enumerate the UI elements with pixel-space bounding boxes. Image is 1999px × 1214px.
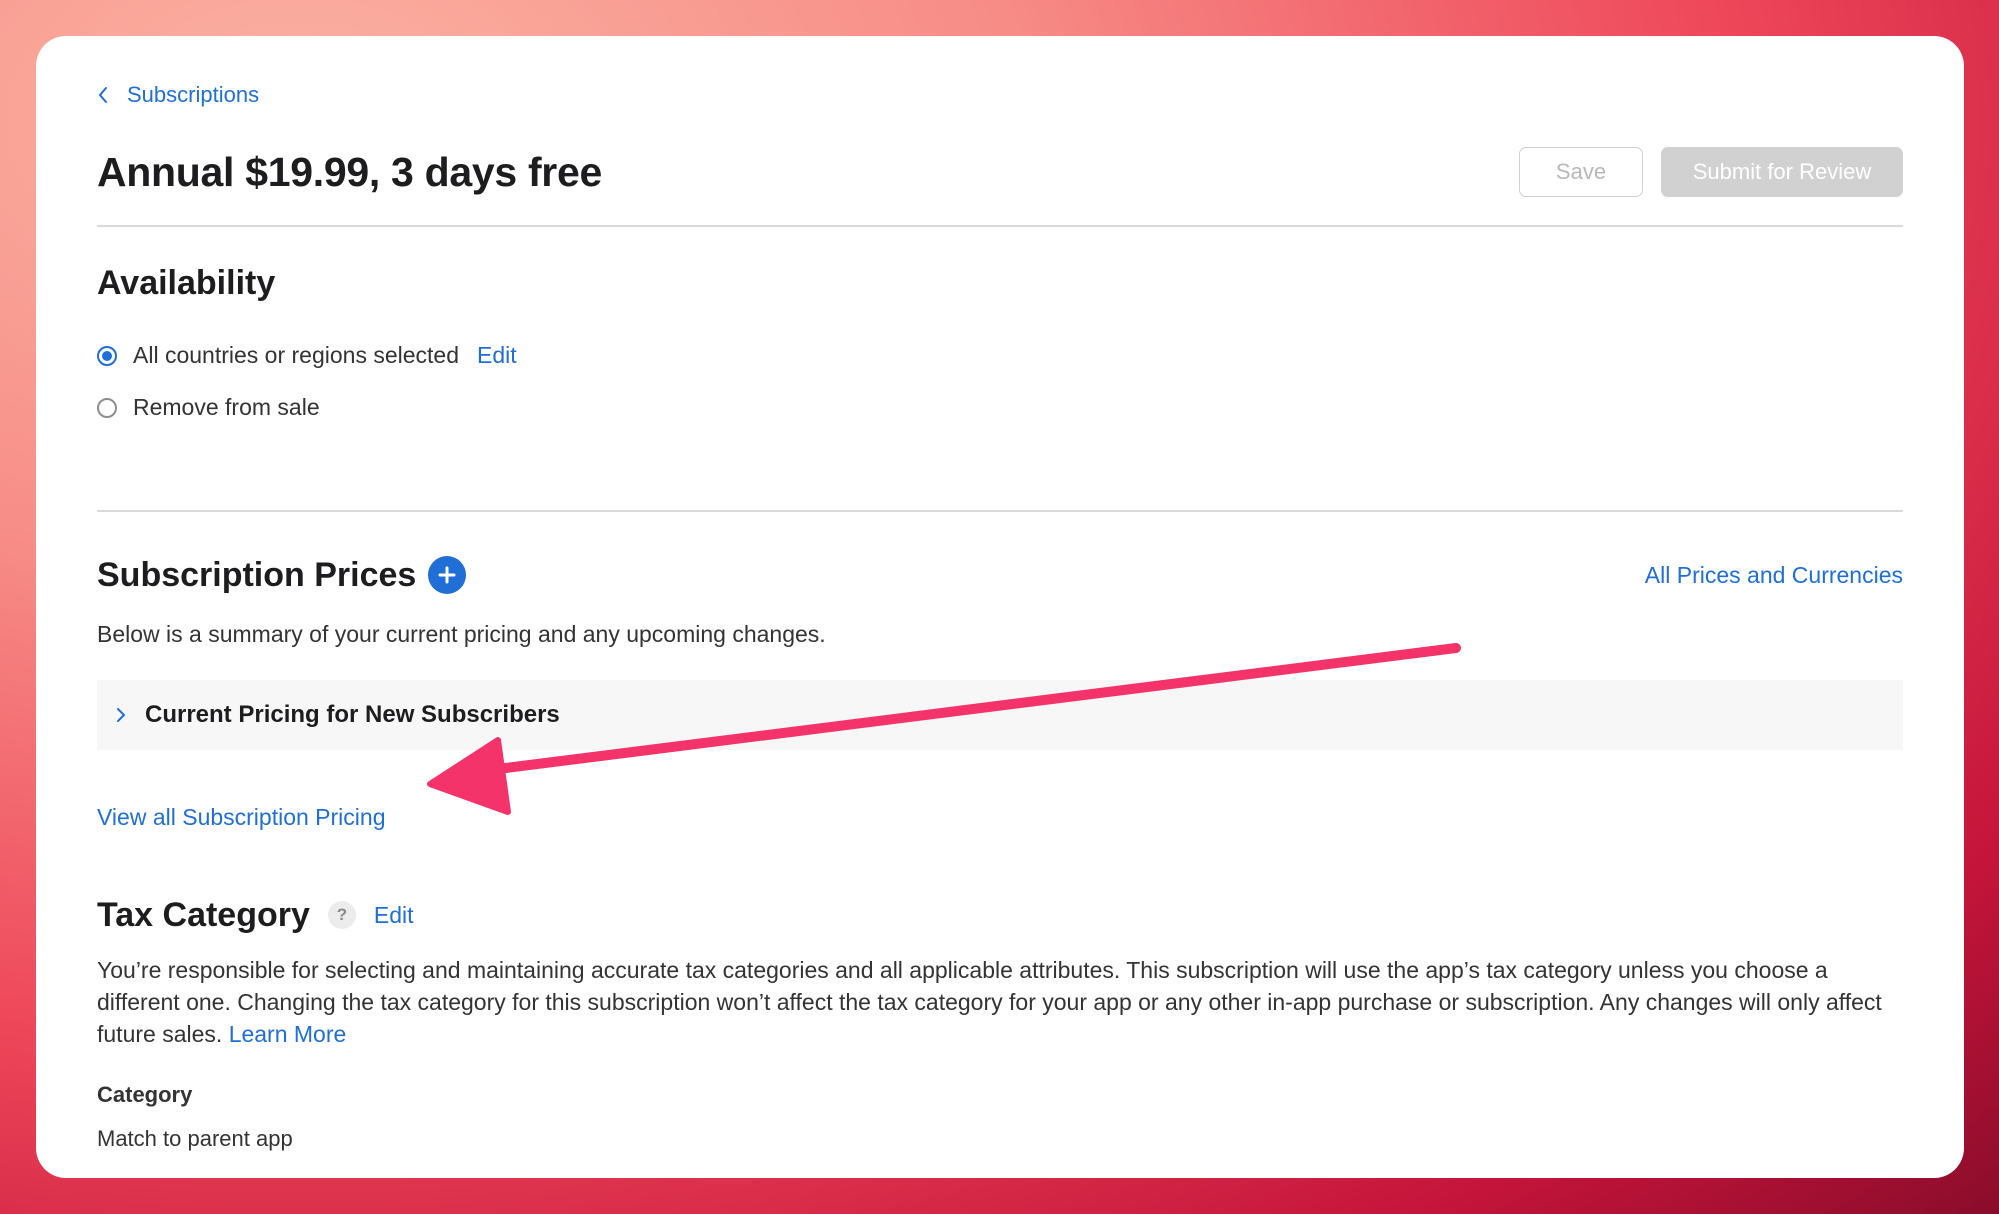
- tax-description: You’re responsible for selecting and mai…: [97, 954, 1903, 1050]
- add-price-button[interactable]: [428, 556, 467, 594]
- divider: [97, 510, 1903, 512]
- main-card: Subscriptions Annual $19.99, 3 days free…: [36, 36, 1964, 1178]
- availability-option-remove[interactable]: Remove from sale: [97, 394, 1903, 421]
- radio-remove-from-sale[interactable]: [97, 397, 117, 418]
- header-actions: Save Submit for Review: [1519, 147, 1903, 197]
- tax-edit-link[interactable]: Edit: [374, 902, 414, 929]
- availability-option-label: All countries or regions selected: [133, 342, 459, 368]
- availability-option-label: Remove from sale: [133, 394, 320, 420]
- title-row: Annual $19.99, 3 days free Save Submit f…: [97, 142, 1903, 202]
- help-icon[interactable]: ?: [327, 901, 356, 929]
- breadcrumb-subscriptions-link[interactable]: Subscriptions: [127, 82, 259, 108]
- chevron-left-icon: [99, 87, 107, 103]
- plus-icon: [438, 566, 456, 584]
- learn-more-link[interactable]: Learn More: [229, 1021, 347, 1047]
- availability-heading: Availability: [97, 264, 276, 302]
- subscription-prices-heading: Subscription Prices: [97, 555, 417, 594]
- radio-all-countries[interactable]: [97, 345, 117, 366]
- tax-category-header: Tax Category ? Edit: [97, 894, 1903, 936]
- view-all-subscription-pricing-link[interactable]: View all Subscription Pricing: [97, 804, 386, 831]
- chevron-right-icon: [117, 708, 125, 722]
- divider: [97, 225, 1903, 227]
- submit-for-review-button[interactable]: Submit for Review: [1661, 147, 1903, 197]
- availability-edit-link[interactable]: Edit: [477, 342, 517, 369]
- availability-option-all[interactable]: All countries or regions selected Edit: [97, 342, 1903, 369]
- prices-summary-text: Below is a summary of your current prici…: [97, 621, 826, 647]
- category-label: Category: [97, 1082, 193, 1107]
- save-button[interactable]: Save: [1519, 147, 1643, 197]
- breadcrumb[interactable]: Subscriptions: [97, 82, 1903, 108]
- tax-category-heading: Tax Category: [97, 895, 310, 934]
- subscription-prices-header: Subscription Prices All Prices and Curre…: [97, 554, 1903, 596]
- all-prices-and-currencies-link[interactable]: All Prices and Currencies: [1645, 562, 1903, 589]
- category-value: Match to parent app: [97, 1126, 293, 1151]
- current-pricing-label: Current Pricing for New Subscribers: [145, 701, 560, 728]
- page-title: Annual $19.99, 3 days free: [97, 148, 602, 195]
- tax-description-text: You’re responsible for selecting and mai…: [97, 957, 1882, 1047]
- current-pricing-row[interactable]: Current Pricing for New Subscribers: [97, 680, 1903, 750]
